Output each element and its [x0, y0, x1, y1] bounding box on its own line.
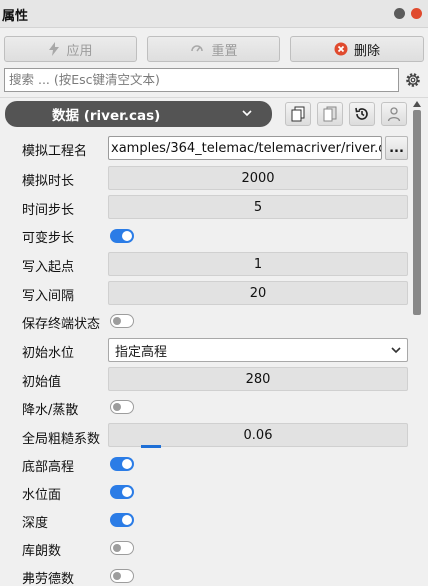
duration-label: 模拟时长	[22, 174, 75, 189]
project-path-field[interactable]: xamples/364_telemac/telemacriver/river.c…	[108, 136, 382, 160]
dataset-selector[interactable]: 数据 (river.cas)	[5, 101, 272, 127]
chevron-down-icon	[242, 110, 252, 117]
user-button[interactable]	[381, 102, 407, 126]
apply-label: 应用	[66, 43, 93, 59]
delete-label: 删除	[353, 43, 380, 59]
write-interval-label: 写入间隔	[22, 289, 75, 304]
save-final-toggle[interactable]	[110, 314, 134, 328]
water-surface-label: 水位面	[22, 488, 62, 503]
write-start-label: 写入起点	[22, 260, 75, 275]
bottom-label: 底部高程	[22, 460, 75, 475]
paste-button[interactable]	[317, 102, 343, 126]
project-path-value: xamples/364_telemac/telemacriver/river.c…	[111, 140, 382, 156]
water-surface-toggle[interactable]	[110, 485, 134, 499]
variable-step-toggle[interactable]	[110, 229, 134, 243]
timestep-label: 时间步长	[22, 203, 75, 218]
init-level-select[interactable]: 指定高程	[108, 338, 408, 362]
reset-label: 重置	[211, 43, 238, 59]
variable-step-label: 可变步长	[22, 231, 75, 246]
courant-toggle[interactable]	[110, 541, 134, 555]
init-level-label: 初始水位	[22, 346, 75, 361]
froude-label: 弗劳德数	[22, 572, 75, 586]
history-icon	[355, 107, 368, 120]
write-start-field[interactable]: 1	[108, 252, 408, 276]
dataset-label: 数据 (river.cas)	[52, 108, 161, 124]
paste-icon	[323, 106, 337, 122]
timestep-field[interactable]: 5	[108, 195, 408, 219]
apply-button[interactable]: 应用	[4, 36, 137, 62]
delete-button[interactable]: 删除	[290, 36, 424, 62]
init-value-label: 初始值	[22, 375, 62, 390]
courant-label: 库朗数	[22, 544, 62, 559]
project-label: 模拟工程名	[22, 144, 88, 159]
panel-titlebar: 属性	[0, 0, 428, 28]
init-level-value: 指定高程	[115, 344, 168, 360]
scrollbar[interactable]	[410, 99, 424, 586]
gear-icon	[406, 73, 420, 87]
duration-field[interactable]: 2000	[108, 166, 408, 190]
search-input[interactable]	[9, 72, 394, 87]
chevron-down-icon	[391, 347, 401, 354]
scrollbar-thumb[interactable]	[413, 110, 421, 315]
browse-button[interactable]: ...	[385, 136, 408, 160]
reset-icon	[191, 45, 204, 52]
close-icon[interactable]	[411, 8, 422, 19]
bottom-toggle[interactable]	[110, 457, 134, 471]
user-icon	[387, 107, 401, 122]
lightning-icon	[49, 42, 60, 56]
init-value-field[interactable]: 280	[108, 367, 408, 391]
copy-icon	[291, 106, 305, 122]
depth-label: 深度	[22, 516, 49, 531]
search-field[interactable]	[4, 68, 399, 92]
save-final-label: 保存终端状态	[22, 317, 101, 332]
reset-button[interactable]: 重置	[147, 36, 280, 62]
history-button[interactable]	[349, 102, 375, 126]
settings-button[interactable]	[402, 68, 424, 92]
divider	[0, 97, 428, 98]
rain-label: 降水/蒸散	[22, 403, 79, 418]
delete-icon	[334, 42, 348, 56]
roughness-slider-handle[interactable]	[141, 445, 161, 448]
minimize-icon[interactable]	[394, 8, 405, 19]
copy-button[interactable]	[285, 102, 311, 126]
froude-toggle[interactable]	[110, 569, 134, 583]
roughness-label: 全局粗糙系数	[22, 432, 101, 447]
write-interval-field[interactable]: 20	[108, 281, 408, 305]
roughness-field[interactable]: 0.06	[108, 423, 408, 447]
scroll-up-icon[interactable]	[413, 101, 421, 107]
panel-title: 属性	[2, 9, 29, 24]
depth-toggle[interactable]	[110, 513, 134, 527]
rain-toggle[interactable]	[110, 400, 134, 414]
